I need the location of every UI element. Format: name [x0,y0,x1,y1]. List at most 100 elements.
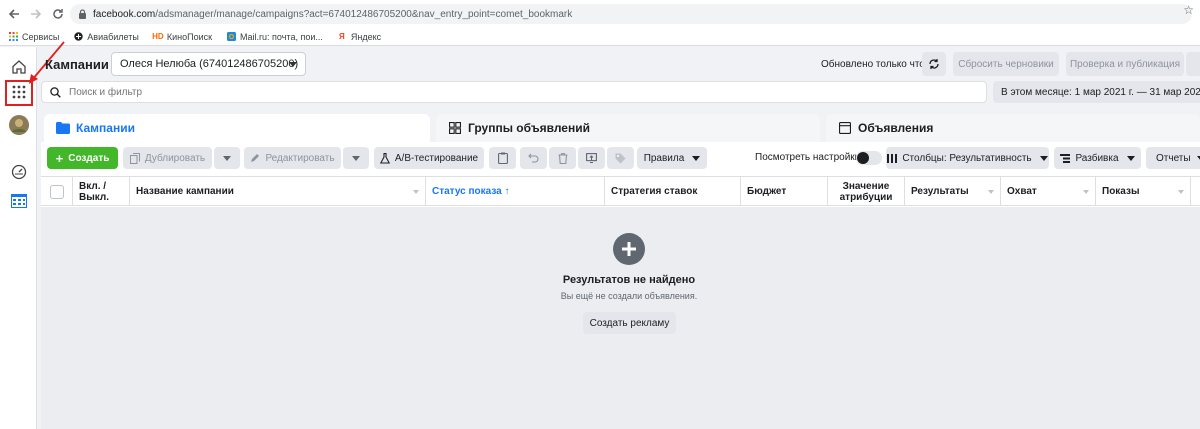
mailru-icon [226,32,236,42]
search-input[interactable] [69,86,929,98]
address-bar[interactable]: facebook.com/adsmanager/manage/campaigns… [70,4,1192,24]
refresh-button[interactable] [922,52,946,76]
clipboard-button[interactable] [489,147,516,169]
tab-ad-sets[interactable]: Группы объявлений [436,114,820,142]
export-icon [586,153,597,163]
edit-label: Редактировать [265,152,335,164]
url-path: /adsmanager/manage/campaigns?act=6740124… [155,8,573,20]
bookmark-kinopoisk[interactable]: HD КиноПоиск [152,32,212,42]
undo-button[interactable] [520,147,547,169]
view-settings-label: Посмотреть настройки [755,152,861,163]
reload-icon[interactable] [50,6,66,22]
trash-icon [558,152,567,164]
edit-dropdown-button[interactable] [343,147,369,169]
chevron-down-icon [1039,155,1048,161]
folder-icon [56,122,70,134]
discard-drafts-button[interactable]: Сбросить черновики [953,52,1059,76]
date-range-button[interactable]: В этом месяце: 1 мар 2021 г. — 31 мар 20… [993,81,1200,103]
ad-icon [839,122,851,134]
column-bid-strategy[interactable]: Стратегия ставок [605,177,741,206]
tab-label: Кампании [76,121,135,135]
tag-button[interactable] [607,147,634,169]
breakdown-label: Разбивка [1075,152,1119,164]
bookmark-mailru[interactable]: Mail.ru: почта, пои... [226,32,323,42]
chevron-down-icon [692,155,701,161]
column-on-off[interactable]: Вкл. / Выкл. [73,177,130,206]
search-bar[interactable] [41,81,987,103]
columns-button[interactable]: Столбцы: Результативность [886,147,1049,169]
select-all-checkbox[interactable] [49,184,64,199]
delete-button[interactable] [549,147,576,169]
column-label: Результаты [911,186,969,197]
ab-test-button[interactable]: A/B-тестирование [374,147,484,169]
column-label: Статус показа ↑ [432,186,510,197]
yandex-icon: Я [338,32,345,41]
breakdown-button[interactable]: Разбивка [1054,147,1141,169]
grid-icon [449,122,462,134]
search-icon [50,86,61,98]
edit-button[interactable]: Редактировать [244,147,341,169]
copy-icon [129,152,140,164]
forward-icon[interactable] [28,6,44,22]
export-button[interactable] [578,147,605,169]
plus-circle-icon [613,233,645,265]
dashboard-gauge-icon[interactable] [9,162,29,182]
annotation-highlight-box [5,80,33,106]
account-selector[interactable]: Олеся Нелюба (674012486705200) [111,52,306,76]
duplicate-dropdown-button[interactable] [214,147,240,169]
tab-ads[interactable]: Объявления [826,114,1200,142]
pencil-icon [250,153,260,163]
updated-status: Обновлено только что [821,59,925,70]
review-publish-button[interactable]: Проверка и публикация [1066,52,1184,76]
view-settings-toggle[interactable] [856,151,882,165]
chevron-down-icon [1126,155,1135,161]
chevron-down-icon [352,155,360,161]
bookmark-label: Сервисы [22,31,60,42]
empty-state-subtitle: Вы ещё не создали объявления. [560,291,698,301]
column-campaign-name[interactable]: Название кампании [130,177,426,206]
avatar[interactable] [9,115,29,135]
column-results[interactable]: Результаты [905,177,1001,206]
home-icon[interactable] [9,57,29,77]
sort-chevron-icon [988,190,994,194]
columns-icon [887,153,898,163]
tab-label: Группы объявлений [468,121,590,135]
column-impressions[interactable]: Показы [1096,177,1191,206]
empty-state-title: Результатов не найдено [562,274,696,286]
create-button[interactable]: + Создать [47,147,118,169]
bookmark-label: Mail.ru: почта, пои... [240,31,323,42]
bookmarks-bar: Сервисы Авиабилеты HD КиноПоиск Mail.ru:… [0,28,1200,46]
more-button[interactable] [1186,52,1200,76]
column-label: Название кампании [136,186,234,197]
bookmark-services[interactable]: Сервисы [8,32,59,42]
back-icon[interactable] [6,6,22,22]
duplicate-button[interactable]: Дублировать [123,147,212,169]
column-attribution-setting[interactable]: Значение атрибуции [828,177,905,206]
kinopoisk-icon: HD [152,32,164,41]
create-ad-button[interactable]: Создать рекламу [583,312,676,334]
rules-button[interactable]: Правила [637,147,707,169]
bookmark-label: Авиабилеты [87,31,139,42]
column-delivery-status[interactable]: Статус показа ↑ [426,177,605,206]
bookmark-avia[interactable]: Авиабилеты [73,32,139,42]
account-name: Олеся Нелюба (674012486705200) [120,58,299,70]
bookmark-yandex[interactable]: Я Яндекс [337,32,381,42]
column-reach[interactable]: Охват [1001,177,1096,206]
column-budget[interactable]: Бюджет [741,177,828,206]
bookmark-star-icon[interactable]: ☆ [1183,3,1194,17]
ads-manager-table-icon[interactable] [9,191,29,211]
ab-test-label: A/B-тестирование [394,152,479,164]
columns-label: Столбцы: Результативность [902,152,1032,164]
table-header: Вкл. / Выкл. Название кампании Статус по… [41,176,1200,206]
select-all-cell [41,177,73,206]
lock-icon [78,9,87,19]
sort-chevron-icon [413,190,419,194]
clipboard-icon [497,152,508,164]
page-title: Кампании [45,57,109,72]
sort-chevron-icon [1178,190,1184,194]
reports-button[interactable]: Отчеты [1146,147,1200,169]
column-label: Показы [1102,186,1140,197]
flask-icon [379,152,390,164]
tab-campaigns[interactable]: Кампании [44,114,430,142]
toggle-knob [857,152,869,164]
